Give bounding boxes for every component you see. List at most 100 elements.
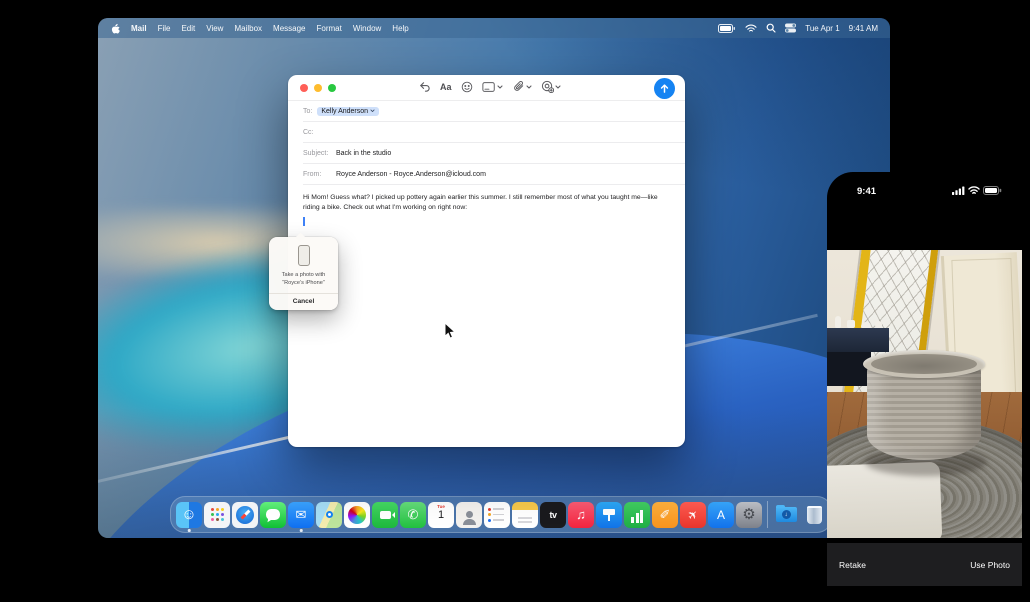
emoji-button[interactable]: [461, 81, 473, 93]
mantel-shelf: [827, 328, 889, 352]
menu-time[interactable]: 9:41 AM: [849, 24, 878, 33]
menu-app-name[interactable]: Mail: [131, 24, 147, 33]
dock-messages[interactable]: [260, 502, 286, 528]
person-icon: [463, 519, 476, 525]
from-value: Royce Anderson - Royce.Anderson@icloud.c…: [336, 171, 486, 178]
dock-maps[interactable]: [316, 502, 342, 528]
video-camera-icon: [380, 511, 391, 519]
tv-logo: tv: [549, 510, 556, 520]
dock-keynote[interactable]: [596, 502, 622, 528]
dock-system-settings[interactable]: ⚙: [736, 502, 762, 528]
envelope-icon: ✉: [296, 508, 307, 521]
menu-date[interactable]: Tue Apr 1: [805, 24, 839, 33]
phone-handset-icon: ✆: [408, 508, 419, 521]
dock-facetime[interactable]: [372, 502, 398, 528]
dock-music[interactable]: ♫: [568, 502, 594, 528]
cancel-button[interactable]: Cancel: [269, 294, 338, 310]
camera-preview-pottery-studio: [827, 250, 1022, 538]
cellular-signal-icon: [952, 182, 965, 200]
battery-icon[interactable]: [718, 24, 736, 33]
apple-menu-icon[interactable]: [110, 23, 120, 34]
dock-trash[interactable]: [801, 502, 827, 528]
bar-chart-icon: [636, 513, 639, 523]
iphone-clock: 9:41: [857, 186, 876, 197]
dock-rocket-app[interactable]: ✈: [680, 502, 706, 528]
clay-bowl-interior: [871, 354, 977, 374]
menu-help[interactable]: Help: [392, 24, 408, 33]
popover-message-line2: “Royce’s iPhone”: [272, 279, 335, 287]
attach-file-button[interactable]: [512, 80, 532, 93]
insert-from-iphone-button[interactable]: [541, 80, 561, 93]
app-store-a-icon: A: [717, 508, 725, 522]
menu-bar: Mail File Edit View Mailbox Message Form…: [98, 18, 890, 38]
retake-button[interactable]: Retake: [839, 560, 866, 570]
dock-launchpad[interactable]: [204, 502, 230, 528]
menu-message[interactable]: Message: [273, 24, 305, 33]
undo-button[interactable]: [418, 80, 431, 93]
menu-file[interactable]: File: [158, 24, 171, 33]
format-button[interactable]: Aa: [440, 82, 452, 92]
camera-action-bar: Retake Use Photo: [827, 543, 1022, 586]
menu-format[interactable]: Format: [317, 24, 342, 33]
zoom-window-button[interactable]: [328, 84, 336, 92]
reminder-row-icon: [488, 508, 504, 511]
dock-safari[interactable]: [232, 502, 258, 528]
dock-pages[interactable]: ✐: [652, 502, 678, 528]
dock-mail[interactable]: ✉: [288, 502, 314, 528]
send-button[interactable]: [654, 78, 675, 99]
ceramic-piece: [875, 321, 882, 328]
music-note-icon: ♫: [576, 508, 586, 521]
iphone-screen: 9:41: [827, 172, 1022, 602]
control-center-icon[interactable]: [785, 23, 796, 33]
recipient-token[interactable]: Kelly Anderson: [317, 107, 379, 116]
header-fields-button[interactable]: [482, 81, 503, 93]
message-body[interactable]: Hi Mom! Guess what? I picked up pottery …: [303, 193, 670, 213]
from-field[interactable]: From: Royce Anderson - Royce.Anderson@ic…: [303, 164, 685, 185]
cc-field[interactable]: Cc:: [303, 122, 685, 143]
minimize-window-button[interactable]: [314, 84, 322, 92]
arrow-up-icon: [659, 83, 670, 94]
calendar-day: 1: [438, 509, 444, 521]
continuity-camera-popover: Take a photo with “Royce’s iPhone” Cance…: [269, 237, 338, 310]
menu-mailbox[interactable]: Mailbox: [234, 24, 262, 33]
subject-value: Back in the studio: [336, 150, 391, 157]
mac-desktop: Mail File Edit View Mailbox Message Form…: [98, 18, 890, 538]
dock-photos[interactable]: [344, 502, 370, 528]
dock-finder[interactable]: ☺: [176, 502, 202, 528]
download-arrow-icon: ↓: [782, 510, 791, 519]
window-titlebar: Aa: [288, 75, 685, 101]
close-window-button[interactable]: [300, 84, 308, 92]
subject-field[interactable]: Subject: Back in the studio: [303, 143, 685, 164]
dock-notes[interactable]: [512, 502, 538, 528]
cc-label: Cc:: [303, 129, 314, 136]
bar-chart-icon: [640, 510, 643, 523]
chevron-down-icon: [526, 84, 532, 90]
ceramic-piece: [861, 322, 871, 328]
subject-label: Subject:: [303, 150, 331, 157]
chevron-down-icon: [370, 109, 375, 113]
dock-reminders[interactable]: [484, 502, 510, 528]
dock-contacts[interactable]: [456, 502, 482, 528]
menu-view[interactable]: View: [206, 24, 223, 33]
wifi-icon[interactable]: [745, 24, 757, 33]
dock-calendar[interactable]: Tue 1: [428, 502, 454, 528]
menu-edit[interactable]: Edit: [181, 24, 195, 33]
finder-face-icon: ☺: [181, 507, 196, 522]
recipient-name: Kelly Anderson: [321, 108, 368, 115]
dock-phone[interactable]: ✆: [400, 502, 426, 528]
popover-message-line1: Take a photo with: [272, 271, 335, 279]
dock-numbers[interactable]: [624, 502, 650, 528]
use-photo-button[interactable]: Use Photo: [970, 560, 1010, 570]
to-field[interactable]: To: Kelly Anderson: [303, 101, 685, 122]
spotlight-search-icon[interactable]: [766, 23, 776, 33]
menu-window[interactable]: Window: [353, 24, 381, 33]
mail-compose-window: Aa: [288, 75, 685, 447]
fireplace-opening: [827, 352, 871, 386]
dock-app-store[interactable]: A: [708, 502, 734, 528]
reminder-row-icon: [488, 519, 504, 522]
dock: ☺ ✉ ✆ Tue 1 tv ♫ ✐ ✈: [170, 496, 832, 533]
trash-icon: [807, 506, 822, 524]
dock-apple-tv[interactable]: tv: [540, 502, 566, 528]
dock-downloads-folder[interactable]: ↓: [773, 502, 799, 528]
bar-chart-icon: [631, 517, 634, 523]
